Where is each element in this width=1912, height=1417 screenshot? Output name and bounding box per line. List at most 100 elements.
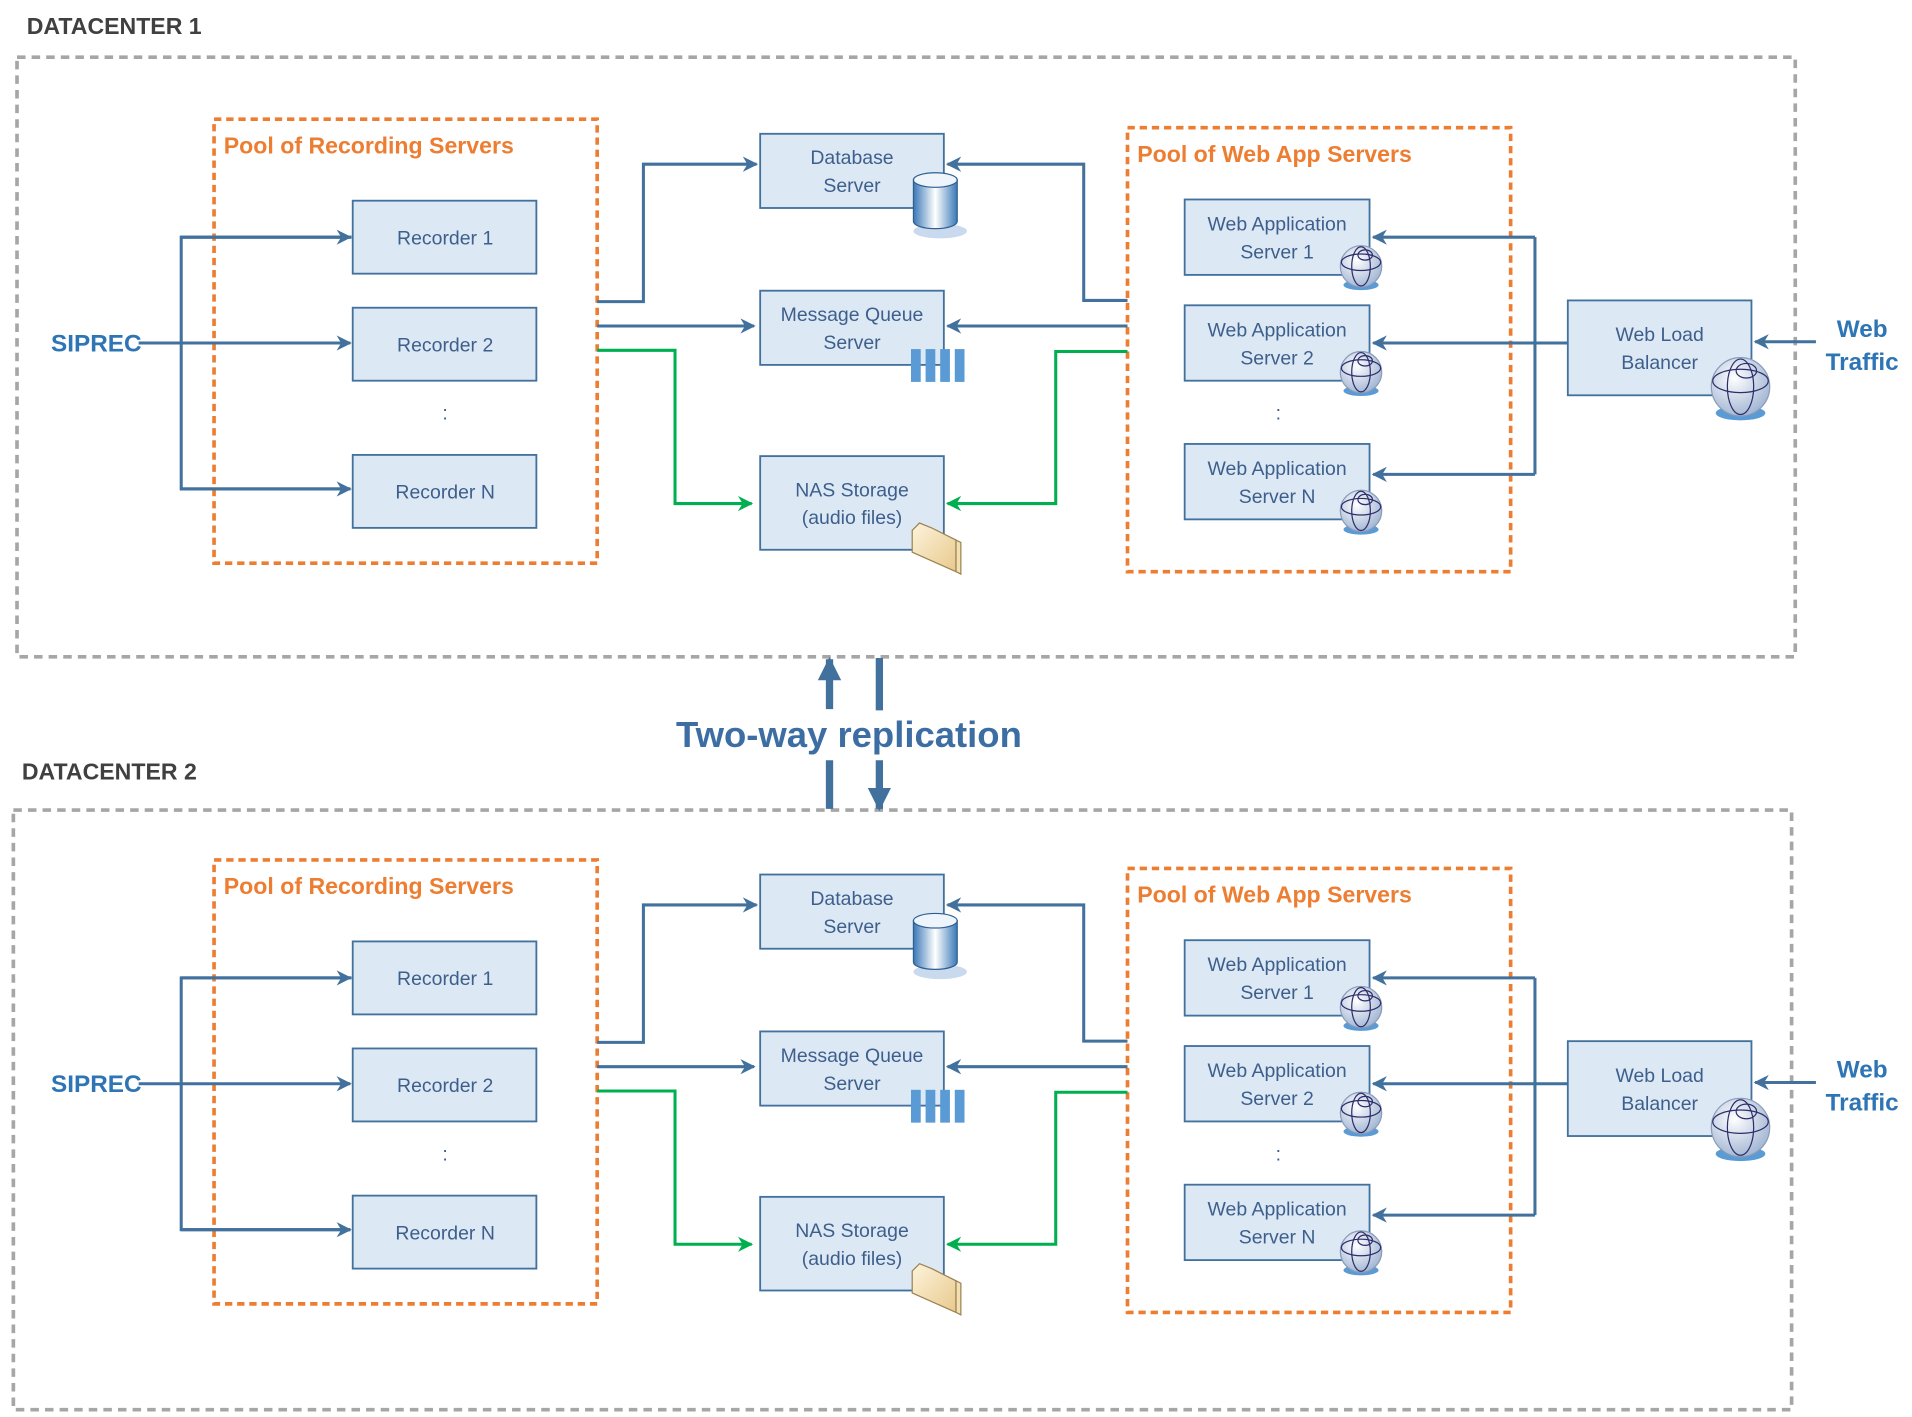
folder-icon xyxy=(911,522,962,576)
recording-pool-title: Pool of Recording Servers xyxy=(224,132,514,158)
recorder-1: Recorder 1 xyxy=(351,940,538,1016)
nas-storage-label: (audio files) xyxy=(802,507,903,529)
folder-body xyxy=(911,1263,957,1314)
web-load-balancer-label: Balancer xyxy=(1621,352,1698,374)
web-traffic-label: Web xyxy=(1837,1057,1888,1084)
recorder-2: Recorder 2 xyxy=(351,306,538,382)
database-server-label: Database xyxy=(810,888,893,910)
web-to-database xyxy=(945,156,1128,302)
recorder-label: Recorder 1 xyxy=(397,968,493,990)
web-to-nas xyxy=(945,1090,1128,1252)
web-load-balancer-label: Balancer xyxy=(1621,1093,1698,1115)
globe-icon xyxy=(1339,489,1383,535)
globe-icon xyxy=(1710,356,1771,421)
web-app-server-1-label: Web Application xyxy=(1208,213,1347,235)
globe-icon xyxy=(1339,985,1383,1031)
queue-bar xyxy=(910,1089,921,1123)
web-app-server-1-label: Web Application xyxy=(1208,954,1347,976)
siprec-label: SIPREC xyxy=(51,331,142,358)
web-app-server-2-label: Web Application xyxy=(1208,1060,1347,1082)
recorders-to-nas xyxy=(597,348,754,512)
recorder-label: Recorder 2 xyxy=(397,335,493,357)
database-server-label: Server xyxy=(823,916,881,938)
cylinder-top xyxy=(912,912,958,929)
message-queue-server-label: Message Queue xyxy=(781,1045,924,1067)
recorders-to-database xyxy=(597,897,759,1044)
recording-pool-title: Pool of Recording Servers xyxy=(224,873,514,899)
web-app-server-1-label: Server 1 xyxy=(1240,241,1314,263)
globe-sphere xyxy=(1339,489,1383,533)
recorders-to-database xyxy=(597,156,759,304)
message-queue-server-label: Message Queue xyxy=(781,304,924,326)
replication-arrows: Two-way replication xyxy=(676,656,1022,812)
globe-sphere xyxy=(1710,356,1771,417)
web-load-balancer-label: Web Load xyxy=(1615,1065,1703,1087)
web-app-server-3-label: Web Application xyxy=(1208,1199,1347,1221)
globe-sphere xyxy=(1339,1230,1383,1273)
datacenter-label: DATACENTER 2 xyxy=(22,759,197,785)
web-app-server-3-label: Web Application xyxy=(1208,458,1347,480)
web-app-server-1-label: Server 1 xyxy=(1240,982,1314,1004)
globe-sphere xyxy=(1710,1097,1771,1158)
web-app-server-3-label: Server N xyxy=(1239,486,1316,508)
datacenter-label: DATACENTER 1 xyxy=(27,13,202,39)
siprec-label: SIPREC xyxy=(51,1071,142,1098)
web-to-nas xyxy=(945,349,1128,512)
nas-storage-label: NAS Storage xyxy=(795,1220,909,1242)
recorder-3: Recorder N xyxy=(351,1194,538,1270)
datacenter-2: DATACENTER 2 Pool of Recording Servers Rec… xyxy=(11,759,1899,1412)
globe-icon xyxy=(1710,1097,1771,1162)
recorder-1: Recorder 1 xyxy=(351,199,538,275)
web-load-balancer-label: Web Load xyxy=(1615,324,1703,346)
folder-edge xyxy=(955,539,962,576)
globe-sphere xyxy=(1339,350,1383,394)
recorder-ellipsis: : xyxy=(442,403,447,425)
globe-sphere xyxy=(1339,1091,1383,1135)
database-cylinder-icon xyxy=(912,172,967,239)
queue-bar xyxy=(925,1089,936,1123)
web-app-server-2-label: Server 2 xyxy=(1240,1088,1314,1110)
recorder-label: Recorder 2 xyxy=(397,1075,493,1097)
recorder-label: Recorder N xyxy=(395,1222,494,1244)
web-traffic-label: Traffic xyxy=(1826,349,1899,376)
web-traffic-label: Web xyxy=(1837,316,1888,343)
web-app-server-2-label: Web Application xyxy=(1208,319,1347,341)
globe-icon xyxy=(1339,245,1383,291)
recorders-to-nas xyxy=(597,1089,754,1252)
message-queue-server-label: Server xyxy=(823,1073,881,1095)
queue-bar xyxy=(910,349,921,382)
web-app-server-3-label: Server N xyxy=(1239,1227,1316,1249)
queue-bar xyxy=(954,349,965,382)
siprec-bus xyxy=(179,235,352,491)
folder-icon xyxy=(911,1263,962,1316)
queue-bar xyxy=(940,349,950,382)
queue-bar xyxy=(954,1089,965,1123)
database-server-label: Database xyxy=(810,147,893,169)
replication-label: Two-way replication xyxy=(676,714,1022,755)
web-pool-title: Pool of Web App Servers xyxy=(1137,882,1412,908)
database-server-label: Server xyxy=(823,175,881,197)
siprec-bus xyxy=(179,976,352,1232)
architecture-diagram: DATACENTER 1 Pool of Recording Servers Rec… xyxy=(11,13,1899,1412)
queue-bar xyxy=(925,349,936,382)
queue-bar xyxy=(940,1089,950,1123)
web-server-ellipsis: : xyxy=(1276,403,1281,425)
folder-edge xyxy=(955,1279,962,1316)
recorder-label: Recorder N xyxy=(395,482,494,504)
datacenter-1: DATACENTER 1 Pool of Recording Servers Rec… xyxy=(15,13,1899,659)
recorder-ellipsis: : xyxy=(442,1143,447,1165)
recorder-2: Recorder 2 xyxy=(351,1047,538,1123)
database-cylinder-icon xyxy=(912,912,967,980)
globe-icon xyxy=(1339,1091,1383,1137)
nas-storage-label: NAS Storage xyxy=(795,479,909,501)
web-to-database xyxy=(945,897,1128,1043)
globe-sphere xyxy=(1339,245,1383,288)
cylinder-top xyxy=(912,172,958,188)
web-server-ellipsis: : xyxy=(1276,1143,1281,1165)
web-pool-title: Pool of Web App Servers xyxy=(1137,141,1412,167)
web-app-server-2-label: Server 2 xyxy=(1240,347,1314,369)
recorder-label: Recorder 1 xyxy=(397,227,493,249)
globe-icon xyxy=(1339,350,1383,396)
nas-storage-label: (audio files) xyxy=(802,1248,903,1270)
message-queue-server-label: Server xyxy=(823,332,881,354)
